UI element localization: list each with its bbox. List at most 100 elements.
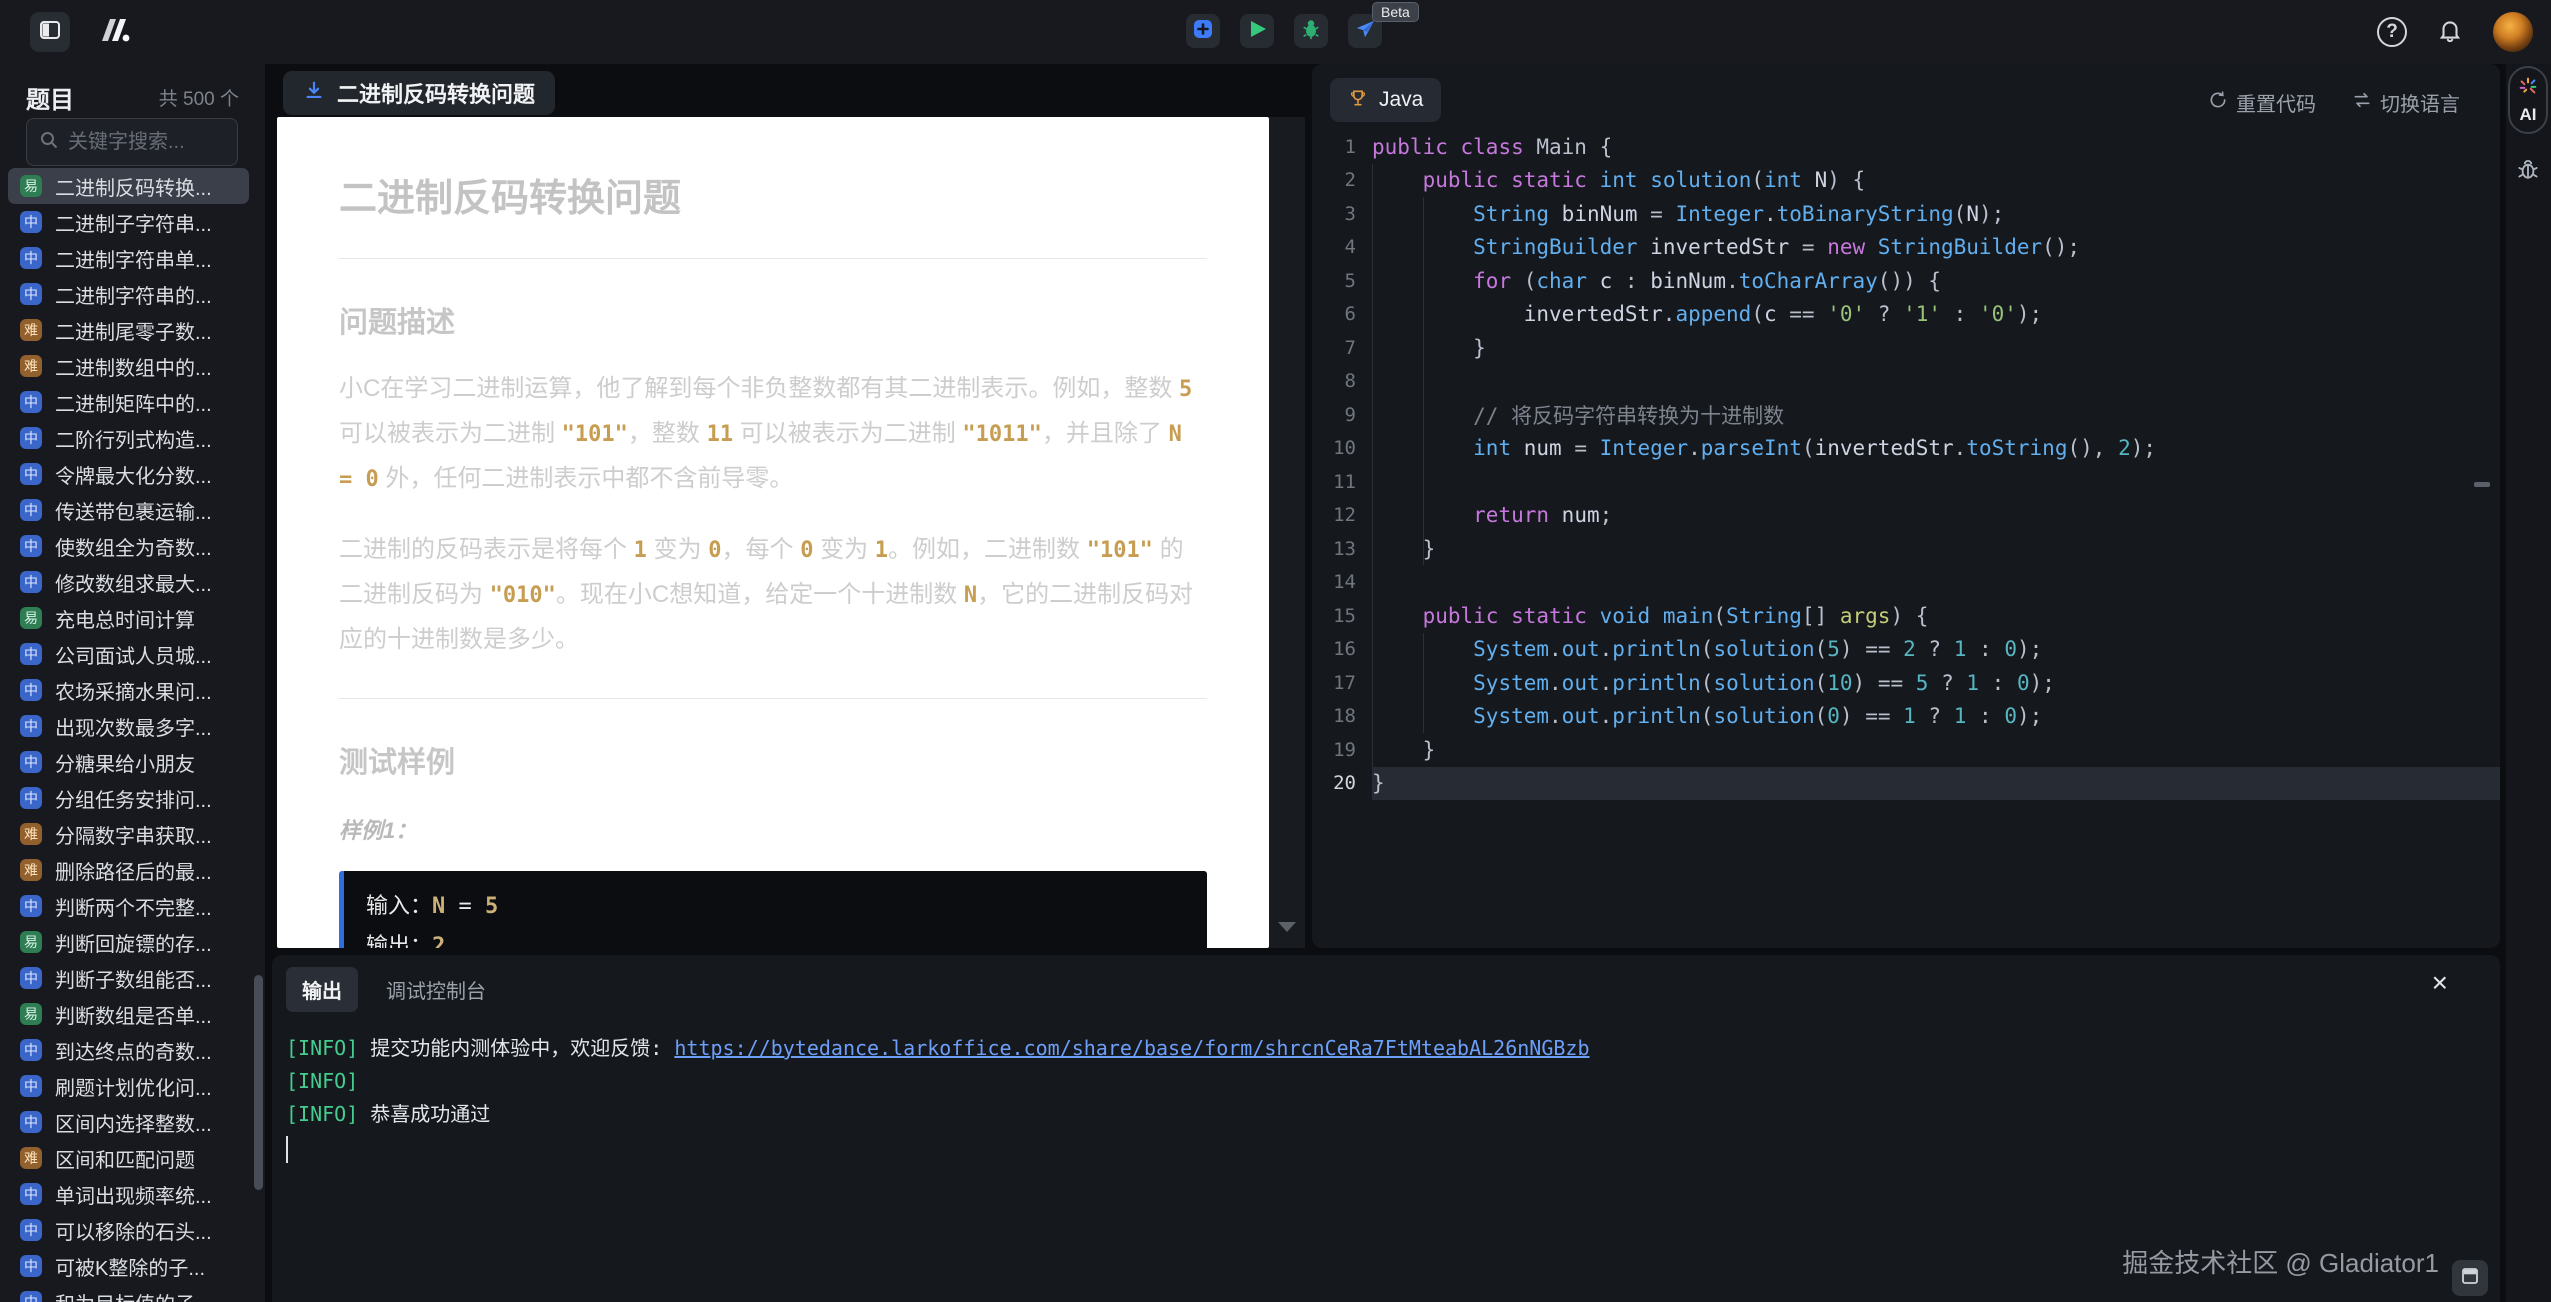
tab-output[interactable]: 输出 (286, 967, 358, 1012)
problem-list-item[interactable]: 中刷题计划优化问... (8, 1068, 249, 1104)
problem-list-item[interactable]: 中修改数组求最大... (8, 564, 249, 600)
line-content: for (char c : binNum. toCharArray()) { (1473, 268, 1942, 293)
panel-layout-button[interactable] (2452, 1260, 2488, 1296)
description-heading: 问题描述 (339, 307, 456, 339)
problem-list-item[interactable]: 难二进制数组中的... (8, 348, 249, 384)
problem-paragraph: 二进制的反码表示是将每个 1 变为 0，每个 0 变为 1。例如，二进制数 "1… (339, 536, 1194, 653)
editor-line[interactable]: 9 // 将反码字符串转换为十进制数 (1312, 398, 2500, 432)
help-icon[interactable]: ? (2377, 17, 2407, 47)
window-panel-icon (2460, 1266, 2480, 1291)
editor-line[interactable]: 5 for (char c : binNum. toCharArray()) { (1312, 264, 2500, 298)
problem-list-item[interactable]: 中分糖果给小朋友 (8, 744, 249, 780)
close-icon[interactable]: × (2432, 969, 2448, 997)
problem-list-item[interactable]: 中区间内选择整数... (8, 1104, 249, 1140)
sparkle-icon (2517, 75, 2539, 102)
problem-list-item[interactable]: 中二进制字符串的... (8, 276, 249, 312)
run-button[interactable] (1240, 14, 1274, 48)
problem-list-item[interactable]: 中二进制字符串单... (8, 240, 249, 276)
editor-line[interactable]: 6 invertedStr. append(c == '0' ? '1' : '0… (1312, 298, 2500, 332)
sidebar-scrollbar[interactable] (254, 975, 263, 1190)
watermark: 掘金技术社区 @ Gladiator1 (2122, 1248, 2439, 1278)
problem-list-item[interactable]: 易二进制反码转换... (8, 168, 249, 204)
problem-list-item[interactable]: 中判断子数组能否... (8, 960, 249, 996)
problem-list-item[interactable]: 中可被K整除的子... (8, 1248, 249, 1284)
console-cursor (286, 1136, 288, 1163)
editor-line[interactable]: 19 } (1312, 733, 2500, 767)
problem-list-item[interactable]: 中 和为目标值的子... (8, 1284, 249, 1302)
problem-list-item[interactable]: 中二进制子字符串... (8, 204, 249, 240)
editor-line[interactable]: 4 StringBuilder invertedStr = new String… (1312, 231, 2500, 265)
problem-list-item[interactable]: 中二阶行列式构造... (8, 420, 249, 456)
problem-item-label: 和为目标值的子... (55, 1288, 212, 1302)
problem-list-item[interactable]: 难二进制尾零子数... (8, 312, 249, 348)
problem-list-item[interactable]: 中出现次数最多字... (8, 708, 249, 744)
notifications-bell-icon[interactable] (2437, 17, 2463, 48)
difficulty-badge: 中 (20, 247, 42, 269)
editor-line[interactable]: 15 public static void main(String[] args… (1312, 599, 2500, 633)
tab-debug-console[interactable]: 调试控制台 (386, 975, 486, 1004)
line-content: return num; (1473, 503, 1613, 528)
editor-line[interactable]: 7 } (1312, 331, 2500, 365)
description-scroll-gutter[interactable] (1269, 117, 1305, 948)
language-tab-java[interactable]: Java (1330, 78, 1442, 122)
editor-line[interactable]: 11 (1312, 465, 2500, 499)
search-input[interactable] (68, 130, 225, 154)
problem-list-item[interactable]: 中判断两个不完整... (8, 888, 249, 924)
problem-list-item[interactable]: 中分组任务安排问... (8, 780, 249, 816)
editor-line[interactable]: 20} (1312, 766, 2500, 800)
problem-list-item[interactable]: 中到达终点的奇数... (8, 1032, 249, 1068)
editor-line[interactable]: 14 (1312, 566, 2500, 600)
feedback-link[interactable]: https://bytedance.larkoffice.com/share/b… (674, 1036, 1589, 1060)
line-content: String binNum = Integer. toBinaryString(N… (1473, 201, 2005, 226)
line-content: } (1372, 536, 1436, 561)
line-number: 17 (1333, 671, 1356, 694)
problem-list-item[interactable]: 中单词出现频率统... (8, 1176, 249, 1212)
problem-list-item[interactable]: 中二进制矩阵中的... (8, 384, 249, 420)
editor-line[interactable]: 13 } (1312, 532, 2500, 566)
editor-line[interactable]: 8 (1312, 365, 2500, 399)
problem-list-item[interactable]: 中使数组全为奇数... (8, 528, 249, 564)
problem-list-item[interactable]: 中农场采摘水果问... (8, 672, 249, 708)
problem-list-item[interactable]: 中可以移除的石头... (8, 1212, 249, 1248)
difficulty-badge: 中 (20, 643, 42, 665)
switch-language-button[interactable]: 切换语言 (2352, 88, 2460, 117)
editor-line[interactable]: 3 String binNum = Integer. toBinaryString… (1312, 197, 2500, 231)
search-box[interactable] (26, 118, 238, 166)
marscode-logo-icon[interactable] (96, 15, 134, 50)
problem-list-item[interactable]: 中公司面试人员城... (8, 636, 249, 672)
debug-button[interactable] (1294, 14, 1328, 48)
problem-list-item[interactable]: 易充电总时间计算 (8, 600, 249, 636)
line-number: 15 (1333, 604, 1356, 627)
editor-line[interactable]: 2 public static int solution(int N) { (1312, 164, 2500, 198)
problem-list-item[interactable]: 易判断数组是否单... (8, 996, 249, 1032)
editor-line[interactable]: 17 System. out. println(solution(10) == 5 … (1312, 666, 2500, 700)
line-number: 18 (1333, 705, 1356, 728)
problem-item-label: 判断两个不完整... (55, 897, 212, 920)
problem-list-item[interactable]: 难区间和匹配问题 (8, 1140, 249, 1176)
sidebar-toggle-button[interactable] (30, 12, 70, 52)
new-file-button[interactable] (1186, 14, 1220, 48)
difficulty-badge: 易 (20, 1003, 42, 1025)
editor-line[interactable]: 10 int num = Integer. parseInt(invertedSt… (1312, 432, 2500, 466)
editor-line[interactable]: 18 System. out. println(solution(0) == 1 ?… (1312, 700, 2500, 734)
user-avatar[interactable] (2493, 12, 2533, 52)
problem-list-item[interactable]: 难分隔数字串获取... (8, 816, 249, 852)
difficulty-badge: 中 (20, 895, 42, 917)
problem-list-item[interactable]: 难删除路径后的最... (8, 852, 249, 888)
ai-assistant-button[interactable]: AI (2508, 66, 2548, 134)
editor-line[interactable]: 1 public class Main { (1312, 130, 2500, 164)
problem-list-item[interactable]: 中令牌最大化分数... (8, 456, 249, 492)
editor-line[interactable]: 12 return num; (1312, 499, 2500, 533)
scroll-down-icon[interactable] (1278, 922, 1296, 932)
problem-tab[interactable]: 二进制反码转换问题 (283, 71, 556, 115)
line-number: 14 (1333, 571, 1356, 594)
problem-item-label: 传送带包裹运输... (55, 501, 212, 524)
problem-list-item[interactable]: 中传送带包裹运输... (8, 492, 249, 528)
code-area[interactable]: 1 public class Main {2 public static int … (1312, 130, 2500, 800)
topbar: Beta ? (0, 0, 2551, 64)
problem-list-item[interactable]: 易判断回旋镖的存... (8, 924, 249, 960)
console-log-line: [INFO] (286, 1069, 359, 1093)
reset-code-button[interactable]: 重置代码 (2208, 88, 2316, 117)
debug-rail-icon[interactable] (2515, 156, 2541, 187)
editor-line[interactable]: 16 System. out. println(solution(5) == 2 ?… (1312, 633, 2500, 667)
